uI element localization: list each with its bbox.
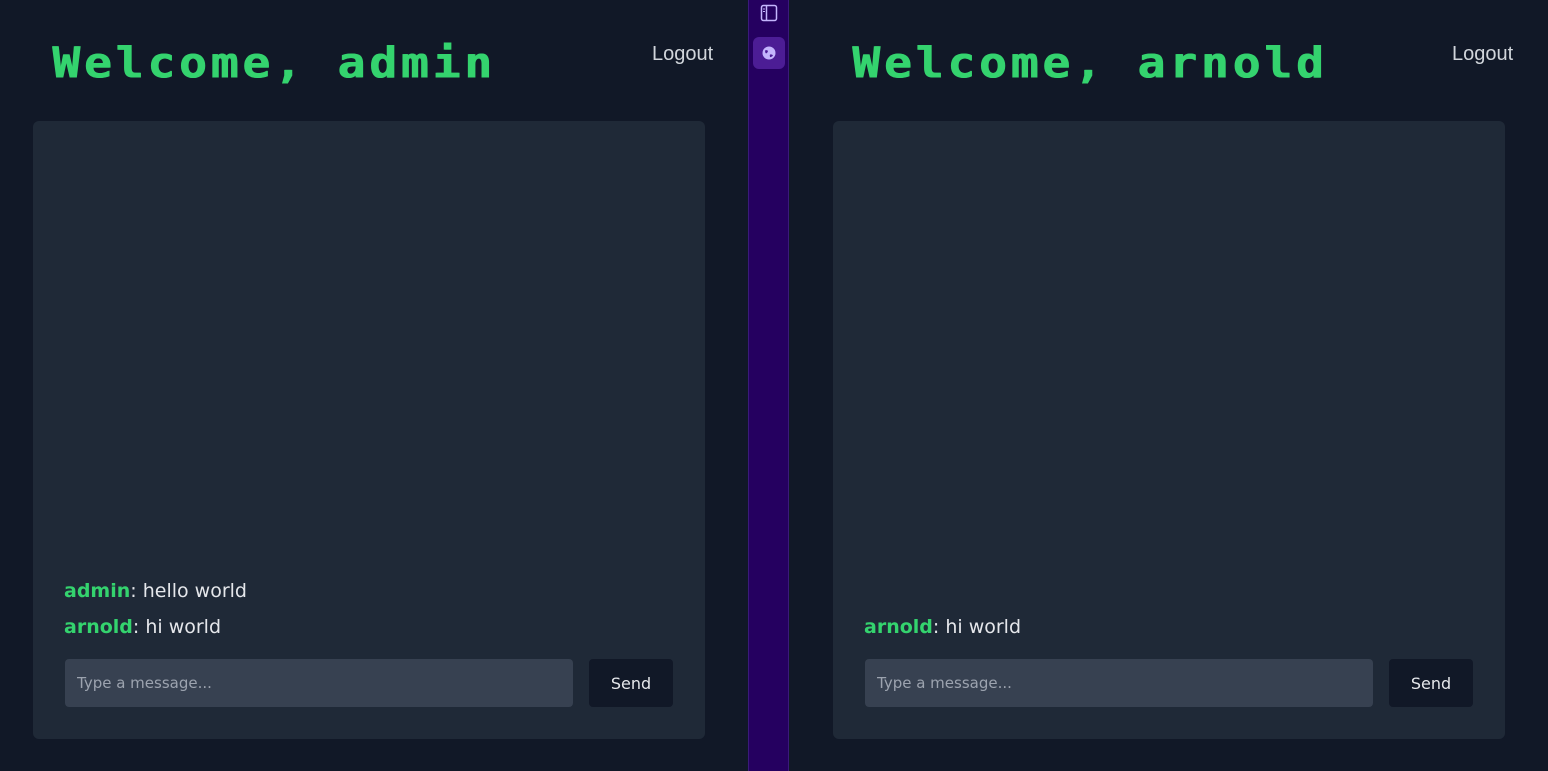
sidebar-toggle-button[interactable] xyxy=(757,2,781,24)
side-toolbar xyxy=(748,0,789,771)
message-author: admin xyxy=(64,580,131,602)
message-list: arnold: hi world xyxy=(864,609,1474,645)
chat-card: arnold: hi world Send xyxy=(833,121,1505,739)
send-button[interactable]: Send xyxy=(589,659,673,707)
list-item: arnold: hi world xyxy=(64,609,674,645)
chat-pane-admin: Welcome, admin Logout admin: hello world… xyxy=(0,0,748,771)
message-text: : hi world xyxy=(932,616,1022,638)
logout-link[interactable]: Logout xyxy=(1452,43,1513,66)
message-composer: Send xyxy=(865,659,1473,707)
page-title: Welcome, arnold xyxy=(852,38,1328,88)
message-input[interactable] xyxy=(65,659,573,707)
chat-card: admin: hello world arnold: hi world Send xyxy=(33,121,705,739)
message-author: arnold xyxy=(864,616,933,638)
sidebar-toggle-icon xyxy=(760,4,778,22)
list-item: arnold: hi world xyxy=(864,609,1474,645)
message-author: arnold xyxy=(64,616,133,638)
message-composer: Send xyxy=(65,659,673,707)
message-text: : hi world xyxy=(132,616,222,638)
send-button[interactable]: Send xyxy=(1389,659,1473,707)
globe-icon xyxy=(762,46,776,60)
chat-pane-arnold: Welcome, arnold Logout arnold: hi world … xyxy=(789,0,1548,771)
page-title: Welcome, admin xyxy=(52,38,496,88)
message-text: : hello world xyxy=(130,580,247,602)
message-input[interactable] xyxy=(865,659,1373,707)
list-item: admin: hello world xyxy=(64,573,674,609)
logout-link[interactable]: Logout xyxy=(652,43,713,66)
globe-button[interactable] xyxy=(753,37,785,69)
message-list: admin: hello world arnold: hi world xyxy=(64,573,674,645)
